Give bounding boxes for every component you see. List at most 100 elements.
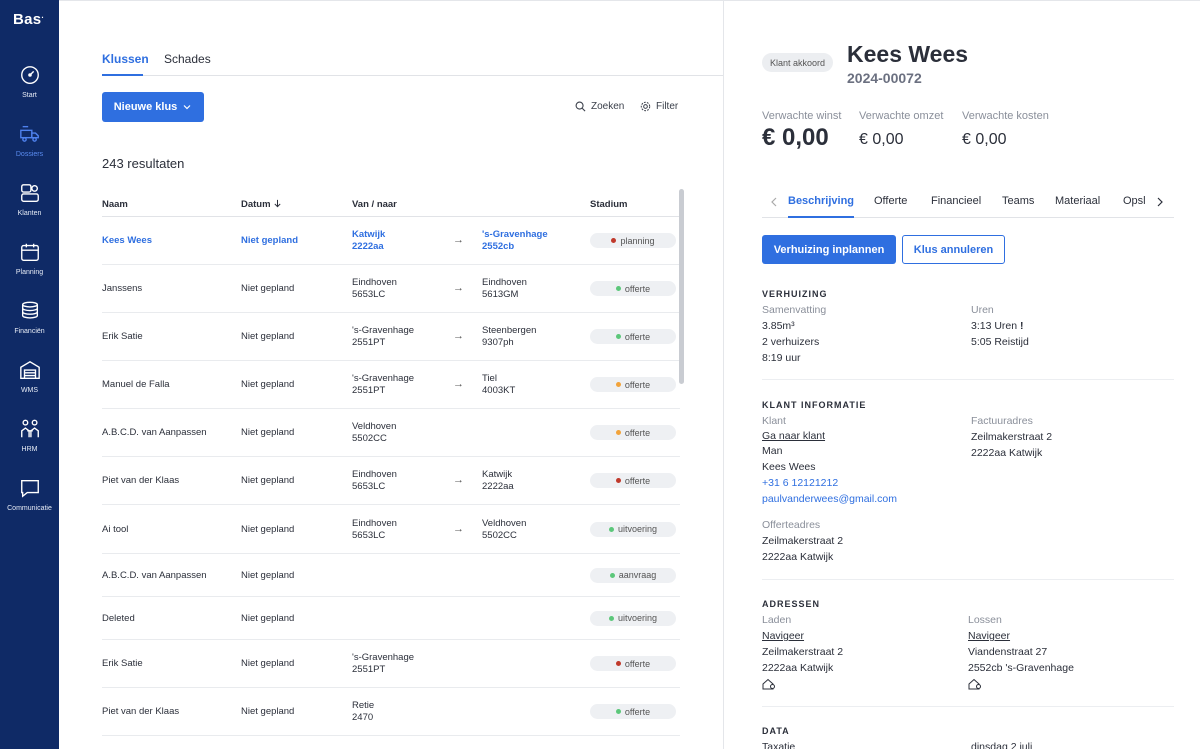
search-button[interactable]: Zoeken: [575, 101, 624, 112]
new-job-label: Nieuwe klus: [113, 101, 178, 113]
status-dot-icon: [608, 615, 614, 621]
people-icon: [20, 419, 39, 438]
client-email-link[interactable]: paulvanderwees@gmail.com: [762, 493, 897, 505]
cancel-job-button[interactable]: Klus annuleren: [902, 235, 1005, 264]
table-row[interactable]: Janssens Niet gepland Eindhoven 5653LC → Eind…: [102, 265, 680, 313]
row-date: Niet gepland: [241, 706, 295, 717]
table-row[interactable]: Piet van der Klaas Niet gepland Eindhoven 5…: [102, 457, 680, 505]
warning-icon: !: [1020, 320, 1024, 332]
row-from-city: 's-Gravenhage: [352, 652, 415, 663]
divider: [762, 579, 1174, 580]
column-header-stage: Stadium: [590, 199, 628, 210]
row-from-city: Katwijk: [352, 229, 386, 240]
house-settings-icon[interactable]: [968, 678, 982, 690]
sidebar-item-communicatie[interactable]: Communicatie: [0, 477, 59, 527]
hours-travel: 5:05 Reistijd: [971, 336, 1029, 348]
row-to-city: 's-Gravenhage: [482, 229, 548, 240]
unload-address-line1: Viandenstraat 27: [968, 646, 1048, 658]
stage-label: offerte: [624, 379, 651, 390]
stage-badge: offerte: [590, 704, 676, 719]
stage-badge: offerte: [590, 281, 676, 296]
row-to-postcode: 2222aa: [482, 481, 514, 492]
row-date: Niet gepland: [241, 331, 295, 342]
row-to-postcode: 4003KT: [482, 385, 516, 396]
new-job-button[interactable]: Nieuwe klus: [102, 92, 204, 122]
sidebar: Bas. Start Dossiers Klanten Planning Fin…: [0, 0, 59, 749]
sidebar-item-start[interactable]: Start: [0, 64, 59, 114]
plan-move-button[interactable]: Verhuizing inplannen: [762, 235, 896, 264]
row-date: Niet gepland: [241, 427, 295, 438]
search-label: Zoeken: [591, 101, 625, 112]
coins-icon: [21, 301, 38, 319]
sidebar-item-label: HRM: [21, 446, 38, 453]
table-row[interactable]: A.B.C.D. van Aanpassen Niet gepland aanvra…: [102, 554, 680, 597]
sidebar-item-dossiers[interactable]: Dossiers: [0, 123, 59, 173]
client-phone-link[interactable]: +31 6 12121212: [762, 477, 838, 489]
chat-icon: [20, 479, 39, 498]
sidebar-item-financien[interactable]: Financiën: [0, 300, 59, 350]
navigate-unload-link[interactable]: Navigeer: [968, 630, 1010, 642]
quote-address-label: Offerteadres: [762, 519, 821, 531]
row-date: Niet gepland: [241, 658, 295, 669]
hours-label: Uren: [971, 304, 994, 316]
divider: [762, 379, 1174, 380]
table-row[interactable]: Deleted Niet gepland uitvoering: [102, 597, 680, 640]
row-from-postcode: 2470: [352, 712, 374, 723]
table-row[interactable]: Piet van der Klaas Niet gepland Retie 2470 o…: [102, 688, 680, 736]
job-list-panel: Klussen Schades Nieuwe klus Zoeken Filte…: [59, 0, 724, 749]
app-logo[interactable]: Bas.: [13, 11, 44, 28]
tab-teams[interactable]: Teams: [1002, 195, 1034, 218]
divider: [762, 706, 1174, 707]
status-dot-icon: [608, 526, 614, 532]
row-from-postcode: 2551PT: [352, 385, 386, 396]
chevron-left-icon[interactable]: [770, 197, 778, 207]
tab-beschrijving[interactable]: Beschrijving: [788, 195, 855, 218]
column-header-date[interactable]: Datum: [241, 199, 282, 210]
tab-financieel[interactable]: Financieel: [931, 195, 981, 218]
table-row[interactable]: Kees Wees Niet gepland Katwijk 2222aa → 's-Gr…: [102, 217, 680, 265]
scrollbar[interactable]: [679, 189, 684, 384]
status-dot-icon: [615, 709, 621, 714]
house-settings-icon[interactable]: [762, 678, 776, 690]
tab-offerte[interactable]: Offerte: [874, 195, 907, 218]
row-date: Niet gepland: [241, 523, 295, 535]
sidebar-item-label: Klanten: [17, 210, 42, 217]
filter-button[interactable]: Filter: [640, 101, 678, 112]
row-from-postcode: 5502CC: [352, 433, 387, 444]
search-icon: [575, 101, 586, 112]
row-date: Niet gepland: [241, 475, 295, 486]
table-row[interactable]: Erik Satie Niet gepland 's-Gravenhage 2551P…: [102, 313, 680, 361]
sidebar-item-label: WMS: [20, 387, 39, 394]
sidebar-item-label: Start: [22, 92, 37, 99]
column-header-route: Van / naar: [352, 199, 397, 210]
status-badge: Klant akkoord: [762, 53, 834, 72]
page-title: Kees Wees: [847, 41, 969, 67]
row-date: Niet gepland: [241, 379, 295, 390]
table-row[interactable]: Erik Satie Niet gepland 's-Gravenhage 2551P…: [102, 640, 680, 688]
table-row[interactable]: A.B.C.D. van Aanpassen Niet gepland Veldho…: [102, 409, 680, 457]
table-row[interactable]: Ai tool Niet gepland Eindhoven 5653LC → Veldh…: [102, 505, 680, 554]
arrow-right-icon: →: [453, 378, 464, 390]
tab-opslag[interactable]: Opsl: [1123, 195, 1146, 218]
tab-materiaal[interactable]: Materiaal: [1055, 195, 1100, 218]
warehouse-icon: [19, 360, 40, 379]
chevron-right-icon[interactable]: [1156, 197, 1164, 207]
row-name: Piet van der Klaas: [102, 475, 180, 486]
sidebar-item-hrm[interactable]: HRM: [0, 418, 59, 468]
tab-schades[interactable]: Schades: [164, 52, 211, 76]
sidebar-item-wms[interactable]: WMS: [0, 359, 59, 409]
status-dot-icon: [615, 478, 621, 483]
go-to-client-link[interactable]: Ga naar klant: [762, 430, 825, 442]
metric-profit-label: Verwachte winst: [762, 110, 842, 122]
load-label: Laden: [762, 614, 792, 626]
column-header-name[interactable]: Naam: [102, 199, 128, 210]
table-row[interactable]: Manuel de Falla Niet gepland 's-Gravenhage…: [102, 361, 680, 409]
row-from-postcode: 2222aa: [352, 241, 384, 252]
sidebar-item-planning[interactable]: Planning: [0, 241, 59, 291]
sidebar-item-klanten[interactable]: Klanten: [0, 182, 59, 232]
navigate-load-link[interactable]: Navigeer: [762, 630, 804, 642]
load-address-line1: Zeilmakerstraat 2: [762, 646, 844, 658]
row-date: Niet gepland: [241, 569, 295, 581]
tab-klussen[interactable]: Klussen: [102, 52, 149, 76]
sidebar-item-label: Planning: [15, 269, 44, 276]
